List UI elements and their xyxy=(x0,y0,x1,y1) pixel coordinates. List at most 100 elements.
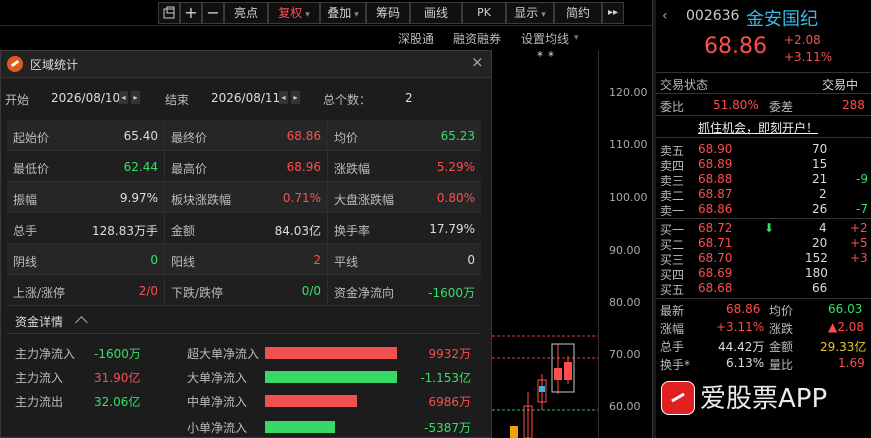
fund-detail-header[interactable]: 资金详情 xyxy=(7,307,481,334)
prev-icon[interactable]: ◂ xyxy=(279,91,288,104)
watermark-logo-icon xyxy=(661,381,695,415)
stat-value: 2/0 xyxy=(138,284,158,298)
divider xyxy=(656,72,871,73)
stat-value: 128.83万手 xyxy=(92,224,158,238)
stat-label: 总手 xyxy=(13,224,38,238)
watermark-text: 爱股票APP xyxy=(700,384,828,414)
fund-detail-title: 资金详情 xyxy=(15,315,64,329)
stat-label: 板块涨跌幅 xyxy=(171,193,232,207)
overlay-button[interactable]: 叠加 ▾ xyxy=(320,2,366,24)
stat-value: 0/0 xyxy=(301,284,321,298)
stock-name[interactable]: 金安国纪 xyxy=(746,5,818,31)
simple-button[interactable]: 简约 xyxy=(554,2,602,24)
stat-value: 0 xyxy=(150,253,158,267)
adjust-button[interactable]: 复权 ▾ xyxy=(268,2,320,24)
divider xyxy=(656,298,871,299)
flow-value: 9932万 xyxy=(428,347,471,361)
flow-label: 中单净流入 xyxy=(187,395,248,409)
stat-label: 最低价 xyxy=(13,162,50,176)
fund-value: -1600万 xyxy=(94,347,141,361)
flow-label: 超大单净流入 xyxy=(187,347,260,361)
chevron-up-icon[interactable] xyxy=(75,316,88,329)
next-icon[interactable]: ▸ xyxy=(131,91,140,104)
candle xyxy=(510,426,518,438)
display-button[interactable]: 显示 ▾ xyxy=(506,2,554,24)
simple-label: 简约 xyxy=(565,6,590,20)
back-icon[interactable]: ‹ xyxy=(662,8,668,24)
end-label: 结束 xyxy=(165,93,190,107)
wc-label: 委差 xyxy=(769,100,794,114)
y-tick: 70.00 xyxy=(609,348,641,361)
pk-label: PK xyxy=(477,6,491,19)
stats-row: 上涨/涨停 2/0 下跌/跌停 0/0 资金净流向 -1600万 xyxy=(7,275,481,306)
start-date-field[interactable]: 2026/08/10 xyxy=(51,91,120,105)
dialog-title: 区域统计 xyxy=(30,58,79,72)
candle xyxy=(564,362,572,380)
quote-panel: ‹ 002636 金安国纪 68.86 +2.08 +3.11% 交易状态 交易… xyxy=(656,0,871,438)
chevron-down-icon: ▾ xyxy=(541,10,546,20)
flow-value: 6986万 xyxy=(428,395,471,409)
candle xyxy=(554,368,562,380)
ask-row: 卖四 68.89 15 xyxy=(660,157,828,173)
count-value: 2 xyxy=(405,91,413,105)
draw-line-button[interactable]: 画线 xyxy=(410,2,462,24)
app-watermark: 爱股票APP xyxy=(656,376,871,438)
set-ma-link[interactable]: 设置均线 xyxy=(521,30,569,47)
stat-value: 68.86 xyxy=(286,129,321,143)
hk-connect-link[interactable]: 深股通 xyxy=(398,30,434,47)
stats-row: 最低价 62.44 最高价 68.96 涨跌幅 5.29% xyxy=(7,151,481,182)
stat-value: 17.79% xyxy=(429,222,475,236)
bid-row: 买三 68.70 152 +3 xyxy=(660,251,868,267)
next-icon[interactable]: ▸ xyxy=(291,91,300,104)
stat-value: 68.96 xyxy=(286,160,321,174)
stat-value: 2 xyxy=(313,253,321,267)
app-window: + − 亮点 复权 ▾ 叠加 ▾ 筹码 画线 PK 显示 ▾ 简约 ▸▸ 深股通 融资… xyxy=(0,0,871,438)
stat-label: 上涨/涨停 xyxy=(13,286,66,300)
arrow-down-icon: ⬇ xyxy=(764,221,775,235)
stat-label: 大盘涨跌幅 xyxy=(334,193,395,207)
fund-value: 32.06亿 xyxy=(94,395,141,409)
ask-row: 卖三 68.88 21 -9 xyxy=(660,172,868,188)
open-account-link[interactable]: 抓住机会，即刻开户！ xyxy=(698,119,818,136)
margin-trading-link[interactable]: 融资融券 xyxy=(453,30,501,47)
stat-label: 阴线 xyxy=(13,255,38,269)
close-icon[interactable]: × xyxy=(471,53,484,71)
end-date-field[interactable]: 2026/08/11 xyxy=(211,91,280,105)
stat-value: 5.29% xyxy=(436,160,475,174)
highlight-button[interactable]: 亮点 xyxy=(224,2,268,24)
pk-button[interactable]: PK xyxy=(462,2,506,24)
divider xyxy=(656,218,871,219)
prev-icon[interactable]: ◂ xyxy=(119,91,128,104)
window-icon[interactable] xyxy=(158,2,180,24)
more-icon[interactable]: ▸▸ xyxy=(602,2,624,24)
wb-value: 51.80% xyxy=(713,98,759,112)
minus-icon[interactable]: − xyxy=(202,2,224,24)
draw-line-label: 画线 xyxy=(423,6,448,20)
stat-label: 资金净流向 xyxy=(334,286,395,300)
chips-button[interactable]: 筹码 xyxy=(366,2,410,24)
display-label: 显示 xyxy=(514,6,539,20)
highlight-label: 亮点 xyxy=(233,6,258,20)
stat-value: 65.40 xyxy=(123,129,158,143)
stat-value: 62.44 xyxy=(123,160,158,174)
app-logo-icon xyxy=(7,56,23,72)
stat-label: 均价 xyxy=(334,131,359,145)
bid-row: 买四 68.69 180 xyxy=(660,266,828,282)
chart-subbar: 深股通 融资融券 设置均线 ▾ xyxy=(0,27,652,49)
dialog-titlebar[interactable]: 区域统计 × xyxy=(1,51,491,78)
quote-row: 总手 44.42万 金额 29.33亿 xyxy=(660,340,867,354)
start-label: 开始 xyxy=(5,93,30,107)
last-price: 68.86 xyxy=(704,34,767,59)
quote-row: 最新 68.86 均价 66.03 xyxy=(660,302,863,318)
y-tick: 90.00 xyxy=(609,244,641,257)
stat-label: 金额 xyxy=(171,224,196,238)
stats-row: 起始价 65.40 最终价 68.86 均价 65.23 xyxy=(7,120,481,151)
stats-grid: 起始价 65.40 最终价 68.86 均价 65.23 最低价 62.44 最高价 68… xyxy=(7,120,481,306)
stats-row: 振幅 9.97% 板块涨跌幅 0.71% 大盘涨跌幅 0.80% xyxy=(7,182,481,213)
stat-value: 0.80% xyxy=(436,191,475,205)
stat-label: 振幅 xyxy=(13,193,38,207)
fund-value: 31.90亿 xyxy=(94,371,141,385)
stat-label: 平线 xyxy=(334,255,359,269)
plus-icon[interactable]: + xyxy=(180,2,202,24)
stat-value: 9.97% xyxy=(119,191,158,205)
